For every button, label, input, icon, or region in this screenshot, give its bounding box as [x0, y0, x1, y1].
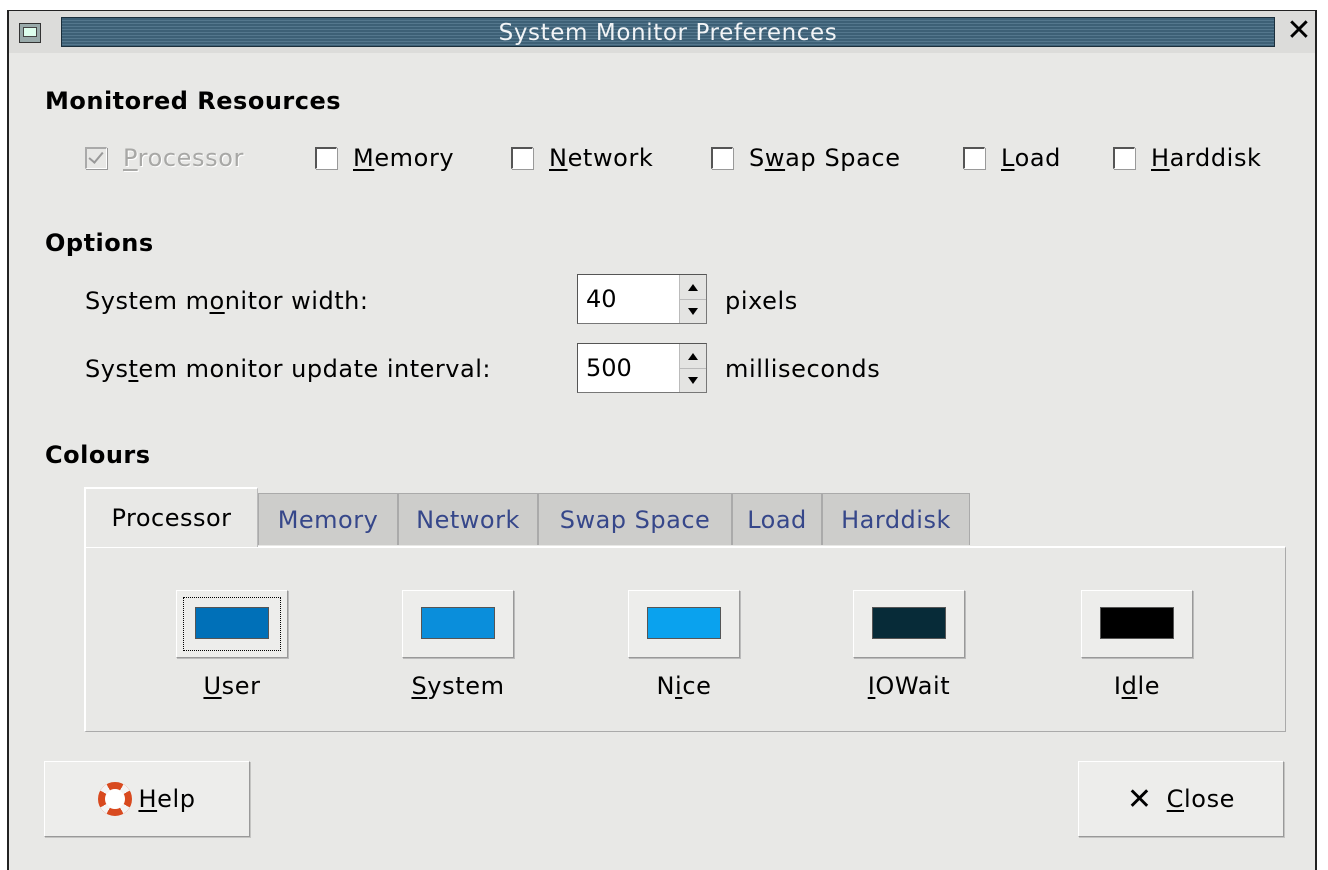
checkbox-load[interactable]: Load — [963, 143, 1061, 173]
monitor-width-increment[interactable] — [680, 275, 706, 300]
window-title: System Monitor Preferences — [498, 20, 838, 46]
idle-colour-button[interactable] — [1081, 590, 1193, 658]
user-colour-button[interactable] — [176, 590, 288, 658]
close-button[interactable]: ✕ Close — [1078, 761, 1284, 837]
window-close-icon[interactable]: ✕ — [1285, 15, 1313, 47]
processor-checkbox-box[interactable] — [85, 147, 107, 169]
checkbox-label-processor: Processor — [123, 144, 244, 172]
checkbox-label-memory: Memory — [353, 144, 455, 172]
idle-colour-label: Idle — [1113, 672, 1161, 700]
memory-checkbox-box[interactable] — [315, 147, 337, 169]
checkbox-label-harddisk: Harddisk — [1151, 144, 1262, 172]
tab-processor[interactable]: Processor — [84, 487, 258, 547]
tab-memory[interactable]: Memory — [258, 493, 398, 545]
checkbox-label-network: Network — [549, 144, 654, 172]
update-interval-unit: milliseconds — [725, 355, 881, 383]
tab-network[interactable]: Network — [398, 493, 538, 545]
load-checkbox-box[interactable] — [963, 147, 985, 169]
system-colour-button[interactable] — [402, 590, 514, 658]
tab-load[interactable]: Load — [732, 493, 822, 545]
monitor-width-input[interactable]: 40 — [586, 285, 617, 313]
colours-heading: Colours — [45, 441, 151, 469]
update-interval-decrement[interactable] — [680, 368, 706, 392]
nice-colour-label: Nice — [656, 672, 712, 700]
monitor-width-unit: pixels — [725, 287, 798, 315]
monitor-width-spin-buttons — [679, 275, 706, 323]
harddisk-checkbox-box[interactable] — [1113, 147, 1135, 169]
options-heading: Options — [45, 229, 154, 257]
arrow-up-icon — [688, 352, 698, 360]
update-interval-input[interactable]: 500 — [586, 354, 632, 382]
tab-harddisk[interactable]: Harddisk — [822, 493, 970, 545]
checkbox-memory[interactable]: Memory — [315, 143, 454, 173]
monitor-width-decrement[interactable] — [680, 299, 706, 323]
lifebuoy-icon — [98, 782, 133, 816]
title-bar: System Monitor Preferences ✕ — [9, 11, 1315, 53]
monitored-resources-heading: Monitored Resources — [45, 87, 342, 115]
system-colour-label: System — [411, 672, 505, 700]
update-interval-label: System monitor update interval: — [85, 355, 491, 383]
swap-checkbox-box[interactable] — [711, 147, 733, 169]
iowait-colour-button[interactable] — [853, 590, 965, 658]
checkbox-label-load: Load — [1001, 144, 1061, 172]
checkbox-label-swap-space: Swap Space — [749, 144, 901, 172]
checkbox-harddisk[interactable]: Harddisk — [1113, 143, 1262, 173]
update-interval-increment[interactable] — [680, 344, 706, 369]
nice-colour-swatch — [647, 607, 721, 639]
help-button[interactable]: Help — [44, 761, 250, 837]
checkbox-swap-space[interactable]: Swap Space — [711, 143, 901, 173]
close-icon: ✕ — [1126, 781, 1153, 817]
idle-colour-swatch — [1100, 607, 1174, 639]
user-colour-label: User — [203, 672, 261, 700]
network-checkbox-box[interactable] — [511, 147, 533, 169]
arrow-up-icon — [688, 283, 698, 291]
monitor-width-spinbox[interactable]: 40 — [577, 274, 707, 324]
help-button-label: Help — [138, 785, 196, 813]
update-interval-spin-buttons — [679, 344, 706, 392]
update-interval-spinbox[interactable]: 500 — [577, 343, 707, 393]
window-menu-icon[interactable] — [19, 23, 41, 43]
checkbox-network[interactable]: Network — [511, 143, 653, 173]
arrow-down-icon — [688, 376, 698, 384]
user-colour-swatch — [195, 607, 269, 639]
iowait-colour-swatch — [872, 607, 946, 639]
iowait-colour-label: IOWait — [867, 672, 951, 700]
title-strip[interactable]: System Monitor Preferences — [61, 17, 1275, 47]
close-button-label: Close — [1166, 785, 1236, 813]
checkbox-processor[interactable]: Processor — [85, 143, 244, 173]
preferences-window: System Monitor Preferences ✕ Monitored R… — [7, 10, 1317, 870]
system-colour-swatch — [421, 607, 495, 639]
nice-colour-button[interactable] — [628, 590, 740, 658]
monitor-width-label: System monitor width: — [85, 287, 369, 315]
processor-colours-panel: User System Nice IOWait Idle — [84, 546, 1286, 732]
arrow-down-icon — [688, 307, 698, 315]
tab-swap-space[interactable]: Swap Space — [538, 493, 732, 545]
